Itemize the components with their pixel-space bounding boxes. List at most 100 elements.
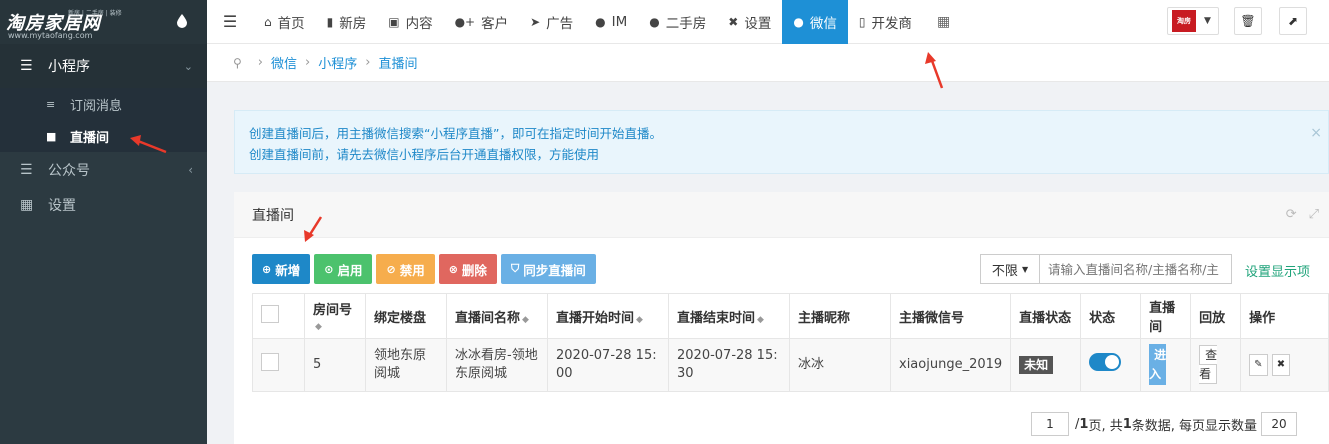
submenu: ≡ 订阅消息 ■ 直播间 [0, 88, 207, 152]
nav-second-hand[interactable]: ● 二手房 [638, 0, 717, 44]
droplet-icon[interactable] [177, 14, 187, 28]
nav-label: 新房 [339, 15, 367, 32]
nav-wechat[interactable]: ● 微信 [782, 0, 848, 44]
refresh-icon[interactable]: ⟳ [1286, 207, 1297, 222]
video-camera-icon: ■ [46, 129, 57, 143]
view-replay-button[interactable]: 查看 [1199, 345, 1218, 384]
expand-icon[interactable]: ⤢ [1309, 207, 1319, 222]
select-all-checkbox[interactable] [261, 305, 279, 323]
breadcrumb-item[interactable]: 直播间 [378, 53, 417, 72]
column-header[interactable]: 绑定楼盘 [365, 293, 447, 339]
column-header[interactable]: 直播间名称 ◆ [446, 293, 548, 339]
sidebar-item-live-room[interactable]: ■ 直播间 [0, 120, 207, 152]
table-row[interactable]: 5 领地东原阅城 冰冰看房-领地东原阅城 2020-07-28 15:00 20… [252, 338, 1329, 392]
status-badge: 未知 [1019, 355, 1054, 374]
cell-anchor-wechat: xiaojunge_2019 [889, 338, 1012, 392]
sidebar-item-label: 直播间 [70, 130, 110, 146]
nav-customer[interactable]: ●+ 客户 [444, 0, 520, 44]
trash-icon: 🗑 [1240, 14, 1256, 28]
column-header[interactable]: 直播开始时间 ◆ [547, 293, 669, 339]
button-label: 删除 [461, 262, 487, 278]
grid-icon: ▦ [20, 196, 34, 213]
nav-new-house[interactable]: ▮ 新房 [316, 0, 378, 44]
avatar: 淘房 [1172, 10, 1196, 32]
breadcrumb: ⚲ › 微信 › 小程序 › 直播间 [207, 44, 1329, 82]
close-icon: ✖ [1276, 359, 1286, 370]
breadcrumb-item[interactable]: 微信 [271, 53, 297, 72]
check-circle-icon: ⊙ [324, 262, 334, 276]
nav-ads[interactable]: ➤ 广告 [519, 0, 584, 44]
nav-settings[interactable]: ✖ 设置 [717, 0, 782, 44]
button-label: 新增 [275, 262, 301, 278]
cell-room-no: 5 [304, 338, 366, 392]
sidebar-item-label: 订阅消息 [70, 98, 123, 114]
separator: › [365, 55, 371, 70]
chevron-left-icon: ‹ [188, 162, 193, 177]
add-button[interactable]: ⊕ 新增 [252, 254, 311, 284]
table-header-row: 房间号◆ 绑定楼盘 直播间名称 ◆ 直播开始时间 ◆ 直播结束时间 ◆ 主播昵称 主播… [252, 293, 1329, 339]
total-records: 1 [1122, 416, 1132, 432]
pencil-icon: ✎ [1254, 359, 1263, 370]
column-header[interactable]: 直播结束时间 ◆ [668, 293, 790, 339]
sidebar-group-miniprogram[interactable]: ☰ 小程序 ⌄ [0, 44, 207, 88]
home-icon: ⌂ [264, 14, 272, 29]
logo-url: www.mytaofang.com [8, 31, 93, 40]
search-input[interactable] [1040, 254, 1232, 284]
column-header[interactable]: 房间号◆ [304, 293, 366, 339]
sidebar-group-settings[interactable]: ▦ 设置 [0, 187, 207, 222]
sort-icon: ◆ [315, 322, 322, 332]
delete-button[interactable]: ⊗ 删除 [438, 254, 497, 284]
nav-label: 客户 [481, 15, 509, 32]
close-icon[interactable]: × [1310, 123, 1322, 144]
page-number-input[interactable]: 1 [1031, 412, 1069, 436]
enable-button[interactable]: ⊙ 启用 [314, 254, 373, 284]
tools-icon: ✖ [728, 14, 739, 29]
toolbar: ⊕ 新增 ⊙ 启用 ⊘ 禁用 ⊗ 删除 ⛉ 同步直播间 [252, 254, 596, 284]
user-menu[interactable]: 淘房 ▼ [1167, 7, 1219, 35]
status-toggle[interactable] [1089, 353, 1122, 371]
nav-home[interactable]: ⌂ 首页 [253, 0, 316, 44]
display-settings-link[interactable]: 设置显示项 [1245, 261, 1310, 280]
edit-button[interactable]: ✎ [1249, 354, 1268, 376]
enter-room-button[interactable]: 进入 [1149, 344, 1167, 385]
apps-grid-icon[interactable]: ▦ [923, 14, 964, 30]
hamburger-icon[interactable]: ☰ [207, 12, 253, 31]
select-value: 不限 [991, 263, 1018, 279]
sync-button[interactable]: ⛉ 同步直播间 [500, 254, 596, 284]
nav-developer[interactable]: ▯ 开发商 [848, 0, 923, 44]
nav-label: 微信 [809, 15, 837, 32]
logo[interactable]: 淘房家居网 新房 | 二手房 | 装修 www.mytaofang.com [0, 0, 207, 44]
sidebar-item-subscribe-message[interactable]: ≡ 订阅消息 [0, 88, 207, 120]
column-header: 直播状态 [1010, 293, 1082, 339]
topbar: ☰ ⌂ 首页 ▮ 新房 ▣ 内容 ●+ 客户 ➤ 广告 ● IM ● 二手房 ✖ 设置 ● 微信 … [207, 0, 1329, 44]
column-header: 直播间 [1140, 293, 1192, 339]
separator: › [257, 55, 263, 70]
page-size-input[interactable]: 20 [1261, 412, 1298, 436]
nav-im[interactable]: ● IM [584, 0, 638, 44]
sort-icon: ◆ [636, 314, 643, 325]
nav-content[interactable]: ▣ 内容 [377, 0, 443, 44]
nav-label: 二手房 [665, 15, 707, 32]
button-label: 启用 [337, 262, 363, 278]
total-pages: 1 [1079, 416, 1089, 432]
separator: › [305, 55, 311, 70]
remove-button[interactable]: ✖ [1271, 354, 1291, 376]
sort-icon: ◆ [757, 314, 764, 325]
column-header: 回放 [1190, 293, 1242, 339]
caret-down-icon: ▼ [1022, 264, 1029, 274]
bars-icon: ☰ [20, 161, 33, 178]
cell-enter: 进入 [1140, 338, 1192, 392]
disable-button[interactable]: ⊘ 禁用 [376, 254, 435, 284]
row-checkbox[interactable] [261, 353, 279, 371]
breadcrumb-item[interactable]: 小程序 [318, 53, 357, 72]
pager-text-b: 页, 共 [1088, 418, 1123, 434]
external-link-button[interactable]: ⬈ [1279, 7, 1307, 35]
sidebar-group-label: 设置 [48, 197, 76, 214]
filter-select[interactable]: 不限 ▼ [980, 254, 1040, 284]
sidebar-group-official-account[interactable]: ☰ 公众号 ‹ [0, 152, 207, 187]
trash-button[interactable]: 🗑 [1234, 7, 1262, 35]
cell-property: 领地东原阅城 [365, 338, 447, 392]
alert-line: 创建直播间后，用主播微信搜索“小程序直播”，即可在指定时间开始直播。 [249, 126, 662, 141]
column-header: 状态 [1080, 293, 1142, 339]
user-plus-icon: ●+ [454, 14, 476, 29]
